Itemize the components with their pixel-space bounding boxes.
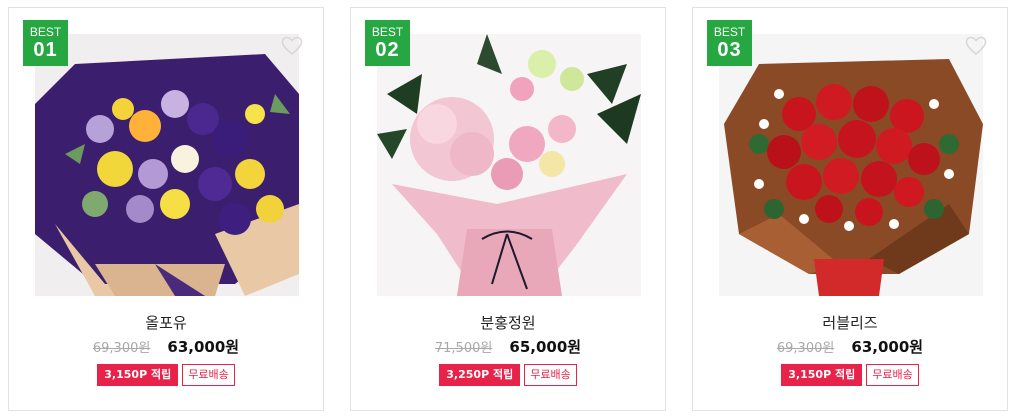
points-badge: 3,150P 적립: [97, 364, 179, 386]
free-shipping-badge: 무료배송: [524, 364, 577, 386]
badge-rank: 03: [717, 39, 742, 61]
price-row: 69,300원 63,000원: [693, 336, 1007, 358]
product-image[interactable]: [377, 34, 641, 296]
best-rank-badge: BEST 02: [365, 20, 410, 66]
best-rank-badge: BEST 03: [707, 20, 752, 66]
free-shipping-badge: 무료배송: [182, 364, 235, 386]
product-name[interactable]: 올포유: [9, 312, 323, 334]
product-name[interactable]: 분홍정원: [351, 312, 665, 334]
product-card[interactable]: BEST 03 러블리즈 69,300원 63,000원 3,150P 적립 무…: [692, 7, 1008, 411]
original-price: 69,300원: [92, 341, 151, 356]
badge-rank: 01: [33, 39, 58, 61]
product-info: 분홍정원 71,500원 65,000원 3,250P 적립 무료배송: [351, 312, 665, 386]
free-shipping-badge: 무료배송: [866, 364, 919, 386]
price-row: 69,300원 63,000원: [9, 336, 323, 358]
best-rank-badge: BEST 01: [23, 20, 68, 66]
product-image[interactable]: [719, 34, 983, 296]
sale-price: 65,000원: [509, 338, 582, 356]
product-tags: 3,150P 적립 무료배송: [693, 364, 1007, 386]
heart-icon[interactable]: [281, 36, 303, 56]
badge-label: BEST: [29, 25, 62, 39]
product-image[interactable]: [35, 34, 299, 296]
badge-label: BEST: [371, 25, 404, 39]
product-card[interactable]: BEST 02 분홍정원 71,500원 65,000원 3,250P 적립 무…: [350, 7, 666, 411]
price-row: 71,500원 65,000원: [351, 336, 665, 358]
points-badge: 3,150P 적립: [781, 364, 863, 386]
product-tags: 3,150P 적립 무료배송: [9, 364, 323, 386]
sale-price: 63,000원: [851, 338, 924, 356]
original-price: 69,300원: [776, 341, 835, 356]
product-card[interactable]: BEST 01 올포유 69,300원 63,000원 3,150P 적립 무료…: [8, 7, 324, 411]
badge-label: BEST: [713, 25, 746, 39]
product-info: 러블리즈 69,300원 63,000원 3,150P 적립 무료배송: [693, 312, 1007, 386]
original-price: 71,500원: [434, 341, 493, 356]
heart-icon[interactable]: [965, 36, 987, 56]
points-badge: 3,250P 적립: [439, 364, 521, 386]
product-tags: 3,250P 적립 무료배송: [351, 364, 665, 386]
best-products-grid: BEST 01 올포유 69,300원 63,000원 3,150P 적립 무료…: [0, 0, 1017, 420]
product-info: 올포유 69,300원 63,000원 3,150P 적립 무료배송: [9, 312, 323, 386]
product-name[interactable]: 러블리즈: [693, 312, 1007, 334]
sale-price: 63,000원: [167, 338, 240, 356]
badge-rank: 02: [375, 39, 400, 61]
